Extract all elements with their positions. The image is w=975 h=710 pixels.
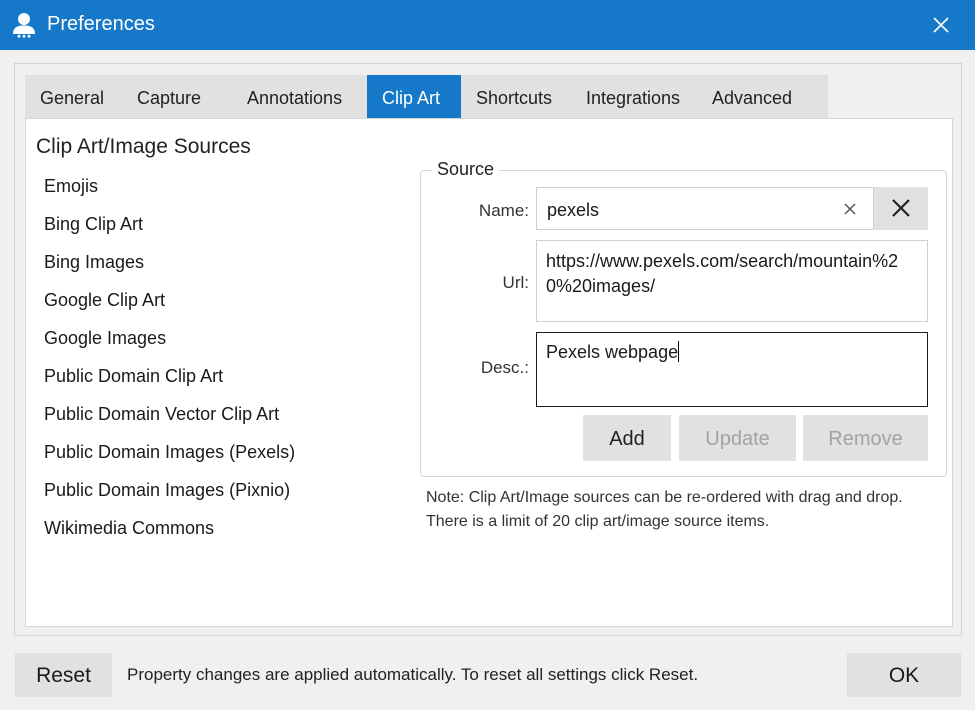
close-icon: [892, 199, 910, 217]
source-item-google-clip-art[interactable]: Google Clip Art: [44, 285, 404, 323]
desc-value: Pexels webpage: [546, 342, 679, 362]
tab-clip-art[interactable]: Clip Art: [367, 75, 461, 118]
source-item-public-domain-vector-clip-art[interactable]: Public Domain Vector Clip Art: [44, 399, 404, 437]
delete-button[interactable]: [874, 187, 928, 230]
tab-general[interactable]: General: [25, 75, 122, 118]
tab-annotations[interactable]: Annotations: [232, 75, 367, 118]
ok-button[interactable]: OK: [847, 653, 961, 697]
name-label: Name:: [478, 201, 529, 220]
source-item-public-domain-clip-art[interactable]: Public Domain Clip Art: [44, 361, 404, 399]
add-button[interactable]: Add: [583, 415, 671, 461]
source-item-emojis[interactable]: Emojis: [44, 171, 404, 209]
user-icon: [13, 13, 35, 38]
name-field[interactable]: pexels: [536, 187, 874, 230]
status-text: Property changes are applied automatical…: [127, 665, 699, 684]
tab-bar: General Capture Annotations Clip Art Sho…: [25, 75, 828, 118]
source-item-bing-clip-art[interactable]: Bing Clip Art: [44, 209, 404, 247]
clear-icon[interactable]: [842, 201, 858, 217]
source-item-public-domain-images-pexels[interactable]: Public Domain Images (Pexels): [44, 437, 404, 475]
reorder-note: Note: Clip Art/Image sources can be re-o…: [426, 489, 903, 530]
close-icon[interactable]: [928, 12, 954, 38]
source-item-google-images[interactable]: Google Images: [44, 323, 404, 361]
tab-integrations[interactable]: Integrations: [571, 75, 697, 118]
text-caret: [678, 341, 680, 362]
reset-button[interactable]: Reset: [15, 653, 112, 697]
source-item-bing-images[interactable]: Bing Images: [44, 247, 404, 285]
source-group-title: Source: [432, 159, 500, 180]
tab-advanced[interactable]: Advanced: [697, 75, 828, 118]
tab-capture[interactable]: Capture: [122, 75, 232, 118]
url-field[interactable]: https://www.pexels.com/search/mountain%2…: [536, 240, 928, 322]
title-bar: Preferences: [0, 0, 975, 50]
window-title: Preferences: [47, 13, 155, 35]
remove-button[interactable]: Remove: [803, 415, 928, 461]
clip-art-tab-content: Clip Art/Image Sources Emojis Bing Clip …: [25, 118, 953, 627]
desc-label: Desc.:: [480, 358, 529, 377]
url-label: Url:: [502, 273, 529, 292]
sources-heading: Clip Art/Image Sources: [36, 135, 251, 158]
source-item-public-domain-images-pixnio[interactable]: Public Domain Images (Pixnio): [44, 475, 404, 513]
update-button[interactable]: Update: [679, 415, 796, 461]
source-item-wikimedia-commons[interactable]: Wikimedia Commons: [44, 513, 404, 551]
source-list: Emojis Bing Clip Art Bing Images Google …: [44, 171, 404, 551]
desc-field[interactable]: Pexels webpage: [536, 332, 928, 407]
tab-shortcuts[interactable]: Shortcuts: [461, 75, 571, 118]
